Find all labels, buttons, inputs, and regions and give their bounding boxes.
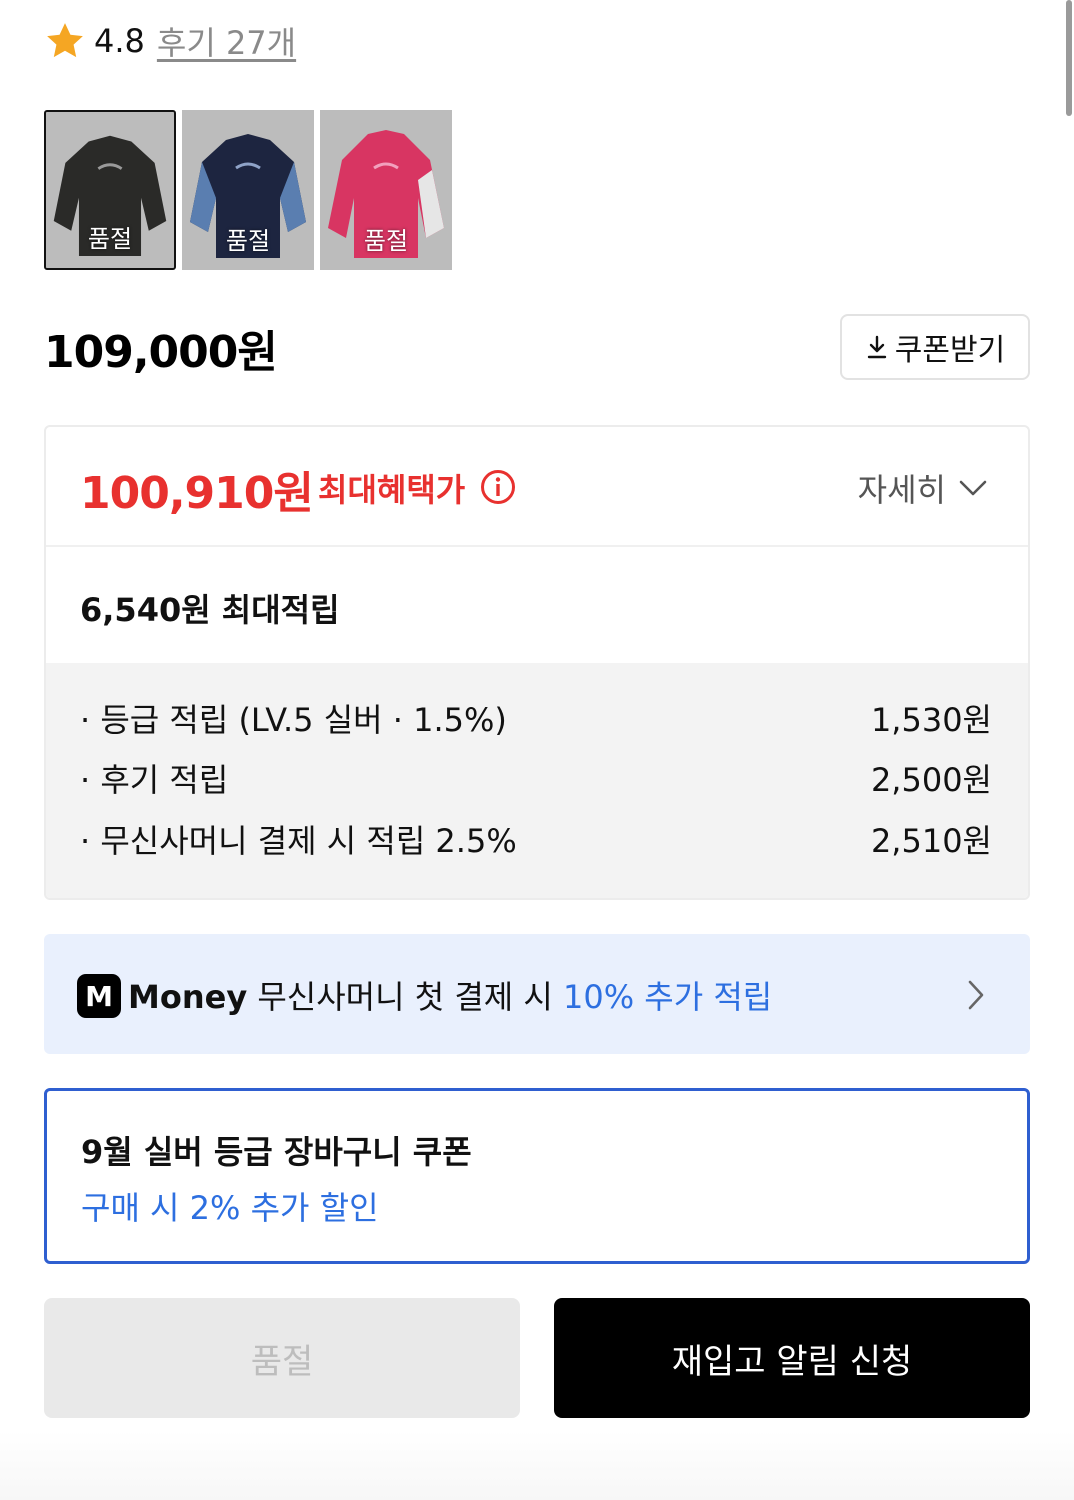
money-promo-highlight: 10% 추가 적립 xyxy=(563,978,773,1016)
soldout-label: 품절 xyxy=(363,227,409,255)
points-row-label: · 무신사머니 결제 시 적립 2.5% xyxy=(80,822,517,860)
color-option-navy[interactable]: 품절 xyxy=(182,110,314,270)
max-benefit-price: 100,910원 xyxy=(80,468,314,519)
product-price: 109,000원 xyxy=(44,327,278,378)
detail-toggle-label: 자세히 xyxy=(857,471,946,509)
points-row-label: · 등급 적립 (LV.5 실버 · 1.5%) xyxy=(80,701,507,739)
chevron-right-icon xyxy=(968,980,984,1010)
soldout-button[interactable]: 품절 xyxy=(44,1298,520,1418)
star-icon xyxy=(47,23,83,58)
color-option-black[interactable]: 품절 xyxy=(44,110,176,270)
max-benefit-label: 최대혜택가 xyxy=(318,471,466,509)
money-logo-icon: M xyxy=(77,974,121,1018)
points-row-amount: 2,500원 xyxy=(870,761,992,799)
max-points-title: 6,540원 최대적립 xyxy=(80,591,340,629)
benefit-panel: 100,910원 최대혜택가 자세히 6,540원 최대적립 · 등급 적립 (… xyxy=(44,425,1030,900)
info-icon[interactable] xyxy=(480,469,516,505)
color-options: 품절 품절 품절 xyxy=(44,110,452,270)
max-benefit-header: 100,910원 최대혜택가 자세히 xyxy=(46,427,1028,547)
get-coupon-button[interactable]: 쿠폰받기 xyxy=(840,314,1030,380)
money-brand: Money xyxy=(128,978,248,1016)
rating-score: 4.8 xyxy=(94,22,145,60)
review-count-link[interactable]: 후기 27개 xyxy=(157,18,296,64)
points-row-amount: 2,510원 xyxy=(870,822,992,860)
money-promo-text: Money 무신사머니 첫 결제 시 10% 추가 적립 xyxy=(128,972,772,1018)
rating-summary: 4.8 후기 27개 xyxy=(44,18,296,64)
scrollbar[interactable] xyxy=(1066,0,1072,116)
detail-toggle[interactable]: 자세히 xyxy=(858,465,988,511)
bottom-fade xyxy=(0,1430,1074,1500)
points-row-grade: · 등급 적립 (LV.5 실버 · 1.5%) 1,530원 xyxy=(80,693,992,743)
get-coupon-label: 쿠폰받기 xyxy=(894,333,1006,368)
chevron-down-icon xyxy=(959,480,987,496)
soldout-label: 품절 xyxy=(87,225,133,253)
coupon-subtitle: 구매 시 2% 추가 할인 xyxy=(81,1189,379,1227)
soldout-label: 품절 xyxy=(225,227,271,255)
points-row-amount: 1,530원 xyxy=(870,701,992,739)
points-row-label: · 후기 적립 xyxy=(80,761,229,799)
points-row-review: · 후기 적립 2,500원 xyxy=(80,753,992,803)
color-option-pink[interactable]: 품절 xyxy=(320,110,452,270)
max-points-row: 6,540원 최대적립 xyxy=(46,547,1028,663)
points-row-money: · 무신사머니 결제 시 적립 2.5% 2,510원 xyxy=(80,814,992,864)
coupon-title: 9월 실버 등급 장바구니 쿠폰 xyxy=(81,1133,472,1171)
points-breakdown: · 등급 적립 (LV.5 실버 · 1.5%) 1,530원 · 후기 적립 … xyxy=(46,663,1028,898)
restock-alert-button[interactable]: 재입고 알림 신청 xyxy=(554,1298,1030,1418)
money-promo-body: 무신사머니 첫 결제 시 xyxy=(257,978,553,1016)
grade-coupon-card[interactable]: 9월 실버 등급 장바구니 쿠폰 구매 시 2% 추가 할인 xyxy=(44,1088,1030,1264)
money-promo-banner[interactable]: M Money 무신사머니 첫 결제 시 10% 추가 적립 xyxy=(44,934,1030,1054)
download-icon xyxy=(867,335,886,359)
